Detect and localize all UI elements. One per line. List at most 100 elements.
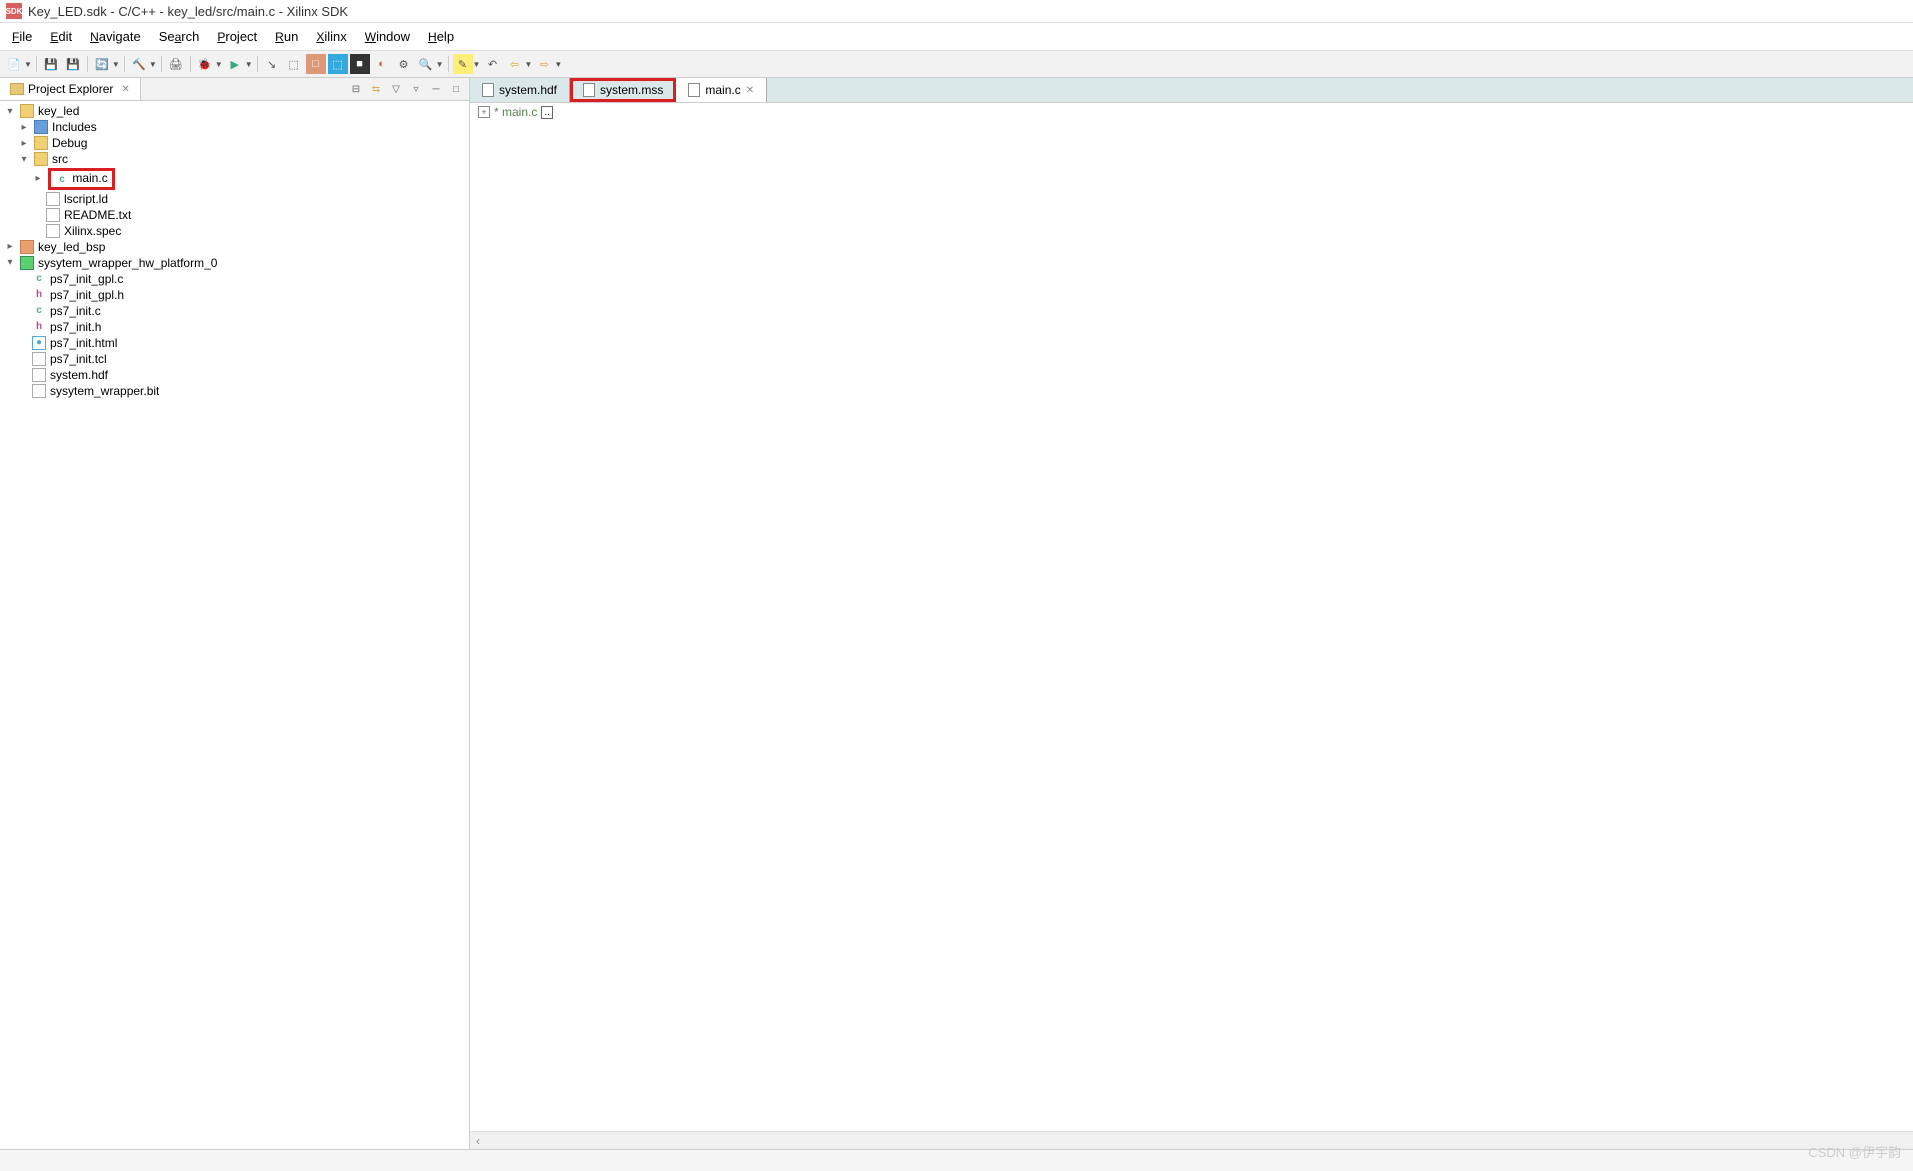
refresh-icon[interactable]: 🔄 (92, 54, 112, 74)
collapse-icon[interactable]: ⊟ (347, 80, 365, 98)
nav-icon[interactable]: ↶ (482, 54, 502, 74)
filter-icon[interactable]: ▽ (387, 80, 405, 98)
new-icon[interactable]: 📄 (4, 54, 24, 74)
tree-item-readme[interactable]: README.txt (0, 207, 469, 223)
print-icon[interactable]: 🖨 (166, 54, 186, 74)
menubar: File Edit Navigate Search Project Run Xi… (0, 23, 1913, 51)
tree-item-lscript[interactable]: lscript.ld (0, 191, 469, 207)
dropdown-icon[interactable]: ▼ (24, 60, 32, 69)
dropdown-icon[interactable]: ▼ (245, 60, 253, 69)
dropdown-icon[interactable]: ▼ (524, 60, 532, 69)
tree-item-hw-platform[interactable]: ▾sysytem_wrapper_hw_platform_0 (0, 255, 469, 271)
dropdown-icon[interactable]: ▼ (554, 60, 562, 69)
tool-icon[interactable]: ◐ (372, 54, 392, 74)
project-explorer-tab[interactable]: Project Explorer ✕ (0, 78, 141, 100)
file-icon (46, 208, 60, 222)
tool-icon[interactable]: □ (306, 54, 326, 74)
close-icon[interactable]: ✕ (746, 85, 754, 96)
build-icon[interactable]: 🔨 (129, 54, 149, 74)
tool-icon[interactable]: ⚙ (394, 54, 414, 74)
code-line: + * main.c .. (478, 105, 1905, 119)
save-all-icon[interactable]: 💾 (63, 54, 83, 74)
menu-edit[interactable]: Edit (44, 27, 78, 46)
menu-xilinx[interactable]: Xilinx (310, 27, 352, 46)
file-icon (46, 192, 60, 206)
folder-icon (10, 83, 24, 95)
statusbar (0, 1149, 1913, 1171)
tree-item-system-hdf[interactable]: system.hdf (0, 367, 469, 383)
hw-icon (20, 256, 34, 270)
tree-item-bsp[interactable]: ▸key_led_bsp (0, 239, 469, 255)
h-file-icon: h (32, 320, 46, 334)
menu-run[interactable]: Run (269, 27, 304, 46)
dropdown-icon[interactable]: ▼ (436, 60, 444, 69)
project-icon (20, 104, 34, 118)
menu-project[interactable]: Project (211, 27, 263, 46)
tab-main-c[interactable]: main.c ✕ (676, 78, 767, 102)
panel-title: Project Explorer (28, 82, 113, 96)
file-icon (482, 83, 494, 97)
tree-item-src[interactable]: ▾src (0, 151, 469, 167)
file-icon (583, 83, 595, 97)
fold-icon[interactable]: + (478, 106, 490, 118)
tree-item-wrapper-bit[interactable]: sysytem_wrapper.bit (0, 383, 469, 399)
tool-icon[interactable]: ■ (350, 54, 370, 74)
link-icon[interactable]: ⇆ (367, 80, 385, 98)
c-file-icon: c (32, 272, 46, 286)
forward-icon[interactable]: ⇨ (534, 54, 554, 74)
maximize-icon[interactable]: □ (447, 80, 465, 98)
tree-item-debug[interactable]: ▸Debug (0, 135, 469, 151)
tab-system-hdf[interactable]: system.hdf (470, 78, 570, 102)
menu-icon[interactable]: ▿ (407, 80, 425, 98)
menu-search[interactable]: Search (153, 27, 206, 46)
menu-navigate[interactable]: Navigate (84, 27, 147, 46)
save-icon[interactable]: 💾 (41, 54, 61, 74)
minimize-icon[interactable]: ─ (427, 80, 445, 98)
tree-item-includes[interactable]: ▸Includes (0, 119, 469, 135)
file-icon (32, 368, 46, 382)
app-icon: SDK (6, 3, 22, 19)
tree-item-ps7-html[interactable]: ●ps7_init.html (0, 335, 469, 351)
dropdown-icon[interactable]: ▼ (112, 60, 120, 69)
tree-item-main-c[interactable]: ▸c main.c (0, 167, 469, 191)
run-icon[interactable]: ▶ (225, 54, 245, 74)
menu-help[interactable]: Help (422, 27, 460, 46)
file-icon (46, 224, 60, 238)
window-title: Key_LED.sdk - C/C++ - key_led/src/main.c… (28, 4, 348, 19)
panel-tab-bar: Project Explorer ✕ ⊟ ⇆ ▽ ▿ ─ □ (0, 78, 469, 101)
tab-system-mss[interactable]: system.mss (570, 78, 676, 102)
dropdown-icon[interactable]: ▼ (149, 60, 157, 69)
c-file-icon (688, 83, 700, 97)
c-file-icon: c (55, 173, 69, 187)
tool-icon[interactable]: ⬚ (284, 54, 304, 74)
back-icon[interactable]: ⇦ (504, 54, 524, 74)
dropdown-icon[interactable]: ▼ (215, 60, 223, 69)
dropdown-icon[interactable]: ▼ (473, 60, 481, 69)
tree-item-ps7-h[interactable]: hps7_init.h (0, 319, 469, 335)
panel-tools: ⊟ ⇆ ▽ ▿ ─ □ (347, 80, 465, 98)
scroll-left-icon[interactable]: ‹ (470, 1134, 486, 1148)
titlebar: SDK Key_LED.sdk - C/C++ - key_led/src/ma… (0, 0, 1913, 23)
horizontal-scrollbar[interactable]: ‹ (470, 1131, 1913, 1149)
search-icon[interactable]: 🔍 (416, 54, 436, 74)
highlight-icon[interactable]: ✎ (453, 54, 473, 74)
project-explorer-panel: Project Explorer ✕ ⊟ ⇆ ▽ ▿ ─ □ ▾key_led … (0, 78, 470, 1149)
tree-item-ps7-gpl-c[interactable]: cps7_init_gpl.c (0, 271, 469, 287)
bsp-icon (20, 240, 34, 254)
editor-tab-bar: system.hdf system.mss main.c ✕ (470, 78, 1913, 103)
menu-window[interactable]: Window (359, 27, 416, 46)
close-icon[interactable]: ✕ (121, 84, 129, 95)
tree-item-ps7-c[interactable]: cps7_init.c (0, 303, 469, 319)
debug-icon[interactable]: 🐞 (195, 54, 215, 74)
tree-item-key-led[interactable]: ▾key_led (0, 103, 469, 119)
h-file-icon: h (32, 288, 46, 302)
tool-icon[interactable]: ↘ (262, 54, 282, 74)
fold-marker-icon: .. (541, 106, 553, 119)
tree-item-xilinx-spec[interactable]: Xilinx.spec (0, 223, 469, 239)
tool-icon[interactable]: ⬚ (328, 54, 348, 74)
file-icon (32, 352, 46, 366)
tree-item-ps7-tcl[interactable]: ps7_init.tcl (0, 351, 469, 367)
tree-item-ps7-gpl-h[interactable]: hps7_init_gpl.h (0, 287, 469, 303)
editor-content[interactable]: + * main.c .. (470, 103, 1913, 1131)
menu-file[interactable]: File (6, 27, 38, 46)
